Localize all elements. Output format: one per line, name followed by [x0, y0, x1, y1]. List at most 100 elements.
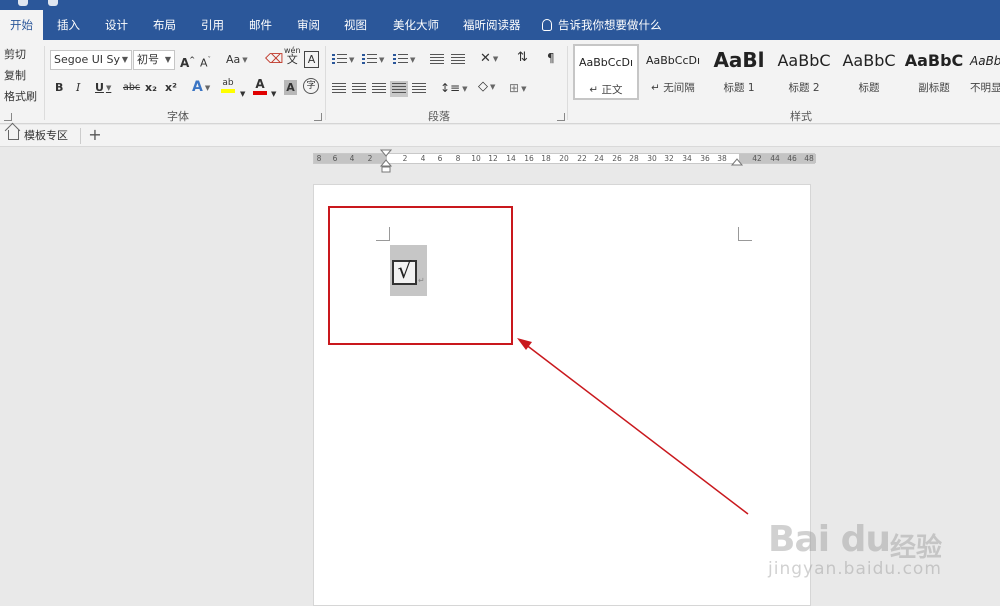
indent-markers[interactable]	[380, 149, 392, 173]
align-left-button[interactable]	[332, 81, 346, 97]
save-icon[interactable]	[18, 0, 28, 6]
font-name-combo[interactable]: Segoe UI Sy ▼	[50, 50, 132, 70]
increase-indent-button[interactable]	[451, 52, 465, 68]
ruler-label: 12	[488, 154, 498, 163]
strikethrough-button[interactable]: abc	[123, 80, 140, 96]
underline-button[interactable]: U ▼	[95, 80, 111, 96]
tab-design[interactable]: 设计	[95, 10, 138, 40]
style-name: 标题 1	[723, 82, 755, 94]
style-subtle-emphasis[interactable]: AaBb 不明显	[966, 44, 1000, 100]
ruler-label: 22	[577, 154, 587, 163]
justify-button[interactable]	[390, 81, 408, 97]
ruler-label: 30	[647, 154, 657, 163]
tab-foxit-reader[interactable]: 福昕阅读器	[453, 10, 531, 40]
character-border-icon: A	[307, 53, 316, 66]
cut-button[interactable]: 剪切	[4, 46, 26, 62]
font-size-combo[interactable]: 初号 ▼	[133, 50, 175, 70]
show-formatting-marks-button[interactable]: ¶	[547, 50, 555, 66]
borders-icon: ⊞	[509, 81, 520, 95]
numbering-button[interactable]: ▼	[362, 52, 384, 68]
annotation-highlight-box	[328, 206, 513, 345]
multilevel-list-button[interactable]: ▼	[393, 52, 415, 68]
ruler-label: 46	[787, 154, 797, 163]
font-color-button[interactable]: A	[253, 78, 267, 95]
style-normal[interactable]: AaBbCcDı ↵ 正文	[573, 44, 639, 100]
borders-button[interactable]: ⊞ ▼	[509, 80, 526, 97]
phonetic-guide-button[interactable]: wén 文	[284, 46, 301, 65]
align-left-icon	[332, 83, 346, 95]
shrink-font-icon: A	[200, 56, 208, 70]
decrease-indent-icon	[430, 54, 444, 66]
distributed-icon	[412, 83, 426, 95]
chinese-layout-button[interactable]: ✕ ▼	[480, 51, 498, 67]
lightbulb-icon	[542, 19, 552, 31]
align-right-button[interactable]	[372, 81, 386, 97]
bold-button[interactable]: B	[55, 80, 63, 96]
decrease-indent-button[interactable]	[430, 52, 444, 68]
quick-access-icon[interactable]	[48, 0, 58, 6]
eraser-icon: ⌫	[265, 52, 284, 67]
tab-review[interactable]: 审阅	[287, 10, 330, 40]
font-color-dropdown[interactable]: ▼	[271, 86, 276, 102]
highlight-color-dropdown[interactable]: ▼	[240, 86, 245, 102]
bullets-button[interactable]: ▼	[332, 52, 354, 68]
enclose-characters-button[interactable]: 字	[303, 78, 319, 94]
style-preview: AaBbCcDı	[578, 56, 634, 69]
ruler-label: 36	[700, 154, 710, 163]
align-center-icon	[352, 83, 366, 95]
style-name: 不明显	[970, 82, 1000, 94]
italic-button[interactable]: I	[76, 80, 80, 96]
paragraph-group-label: 段落	[428, 110, 450, 123]
ruler-label: 48	[804, 154, 814, 163]
superscript-button[interactable]: x²	[165, 80, 177, 96]
style-heading-1[interactable]: AaBl 标题 1	[706, 44, 772, 100]
style-preview: AaBbC	[777, 51, 831, 70]
line-spacing-button[interactable]: ↕≡ ▼	[440, 80, 468, 97]
add-tab-button[interactable]: +	[86, 126, 104, 144]
shrink-font-button[interactable]: Aˇ	[200, 52, 211, 72]
template-zone-tab[interactable]: 模板专区	[6, 127, 72, 145]
character-shading-button[interactable]: A	[284, 80, 297, 95]
tell-me-box[interactable]: 告诉我你想要做什么	[542, 10, 662, 40]
clear-formatting-button[interactable]: ⌫	[265, 52, 283, 68]
tab-home[interactable]: 开始	[0, 10, 43, 40]
ruler-label: 24	[594, 154, 604, 163]
tab-insert[interactable]: 插入	[47, 10, 90, 40]
underline-icon: U	[95, 81, 104, 94]
ruler-label: 6	[332, 154, 338, 163]
sort-button[interactable]: ⇅	[517, 50, 528, 66]
shading-button[interactable]: ◇ ▼	[478, 79, 495, 95]
style-preview: AaBbC	[904, 51, 964, 70]
text-effects-button[interactable]: A ▼	[192, 79, 210, 96]
clipboard-dialog-launcher[interactable]	[4, 113, 12, 121]
font-dialog-launcher[interactable]	[314, 113, 322, 121]
ruler-label: 44	[770, 154, 780, 163]
distributed-button[interactable]	[412, 81, 426, 97]
highlight-color-button[interactable]: ab	[221, 78, 235, 93]
style-title[interactable]: AaBbC 标题	[836, 44, 902, 100]
grow-font-button[interactable]: A^	[180, 52, 195, 71]
right-indent-marker[interactable]	[731, 157, 743, 167]
ruler-label: 2	[402, 154, 408, 163]
align-center-button[interactable]	[352, 81, 366, 97]
tab-references[interactable]: 引用	[191, 10, 234, 40]
copy-button[interactable]: 复制	[4, 67, 26, 83]
font-color-icon: A	[255, 77, 265, 91]
subscript-button[interactable]: x₂	[145, 80, 157, 96]
template-zone-label: 模板专区	[24, 129, 68, 142]
tab-layout[interactable]: 布局	[143, 10, 186, 40]
template-tab-bar: 模板专区 +	[0, 125, 1000, 147]
style-subtitle[interactable]: AaBbC 副标题	[901, 44, 967, 100]
style-no-spacing[interactable]: AaBbCcDı ↵ 无间隔	[640, 44, 706, 100]
character-border-button[interactable]: A	[304, 51, 319, 68]
paragraph-dialog-launcher[interactable]	[557, 113, 565, 121]
bullets-icon	[332, 54, 347, 66]
style-name: 标题 2	[788, 82, 820, 94]
sort-icon: ⇅	[517, 50, 528, 65]
tab-view[interactable]: 视图	[334, 10, 377, 40]
change-case-button[interactable]: Aa ▼	[226, 52, 248, 68]
tab-mailings[interactable]: 邮件	[239, 10, 282, 40]
tab-beautify-master[interactable]: 美化大师	[383, 10, 449, 40]
style-heading-2[interactable]: AaBbC 标题 2	[771, 44, 837, 100]
format-painter-button[interactable]: 格式刷	[4, 88, 37, 104]
